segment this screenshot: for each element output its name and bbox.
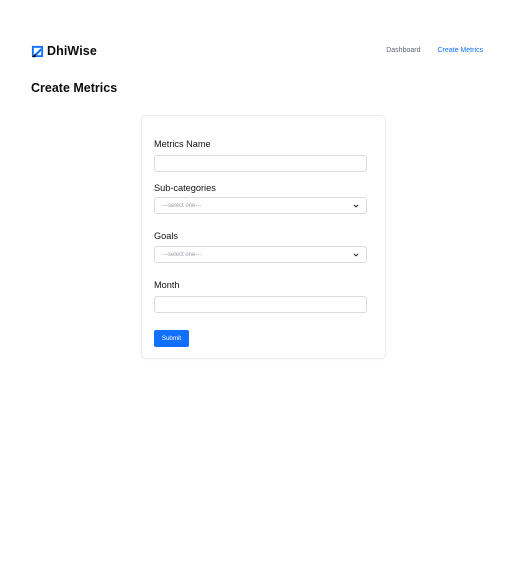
create-metrics-form: Metrics Name Sub-categories ---select on…: [141, 115, 386, 359]
month-label: Month: [154, 280, 180, 290]
app-header: DhiWise Dashboard Create Metrics: [0, 0, 520, 70]
nav-link-dashboard[interactable]: Dashboard: [386, 46, 420, 56]
goals-label: Goals: [154, 231, 179, 241]
sub-categories-select[interactable]: ---select one---: [154, 197, 367, 214]
sub-categories-selected-value: ---select one---: [162, 202, 202, 209]
nav-link-create-metrics[interactable]: Create Metrics: [437, 46, 483, 56]
brand-name: DhiWise: [47, 44, 97, 58]
sub-categories-label: Sub-categories: [154, 183, 216, 193]
chevron-down-icon: [353, 253, 359, 256]
metrics-name-input[interactable]: [154, 155, 367, 172]
dhiwise-logo-icon: [31, 45, 44, 57]
page-title: Create Metrics: [31, 81, 118, 95]
month-input[interactable]: [154, 296, 367, 313]
metrics-name-label: Metrics Name: [154, 139, 211, 149]
top-nav: Dashboard Create Metrics: [386, 46, 483, 56]
goals-selected-value: ---select one---: [162, 251, 202, 258]
goals-select[interactable]: ---select one---: [154, 246, 367, 263]
submit-button[interactable]: Submit: [154, 330, 189, 347]
brand-logo[interactable]: DhiWise: [31, 44, 97, 58]
chevron-down-icon: [353, 204, 359, 207]
